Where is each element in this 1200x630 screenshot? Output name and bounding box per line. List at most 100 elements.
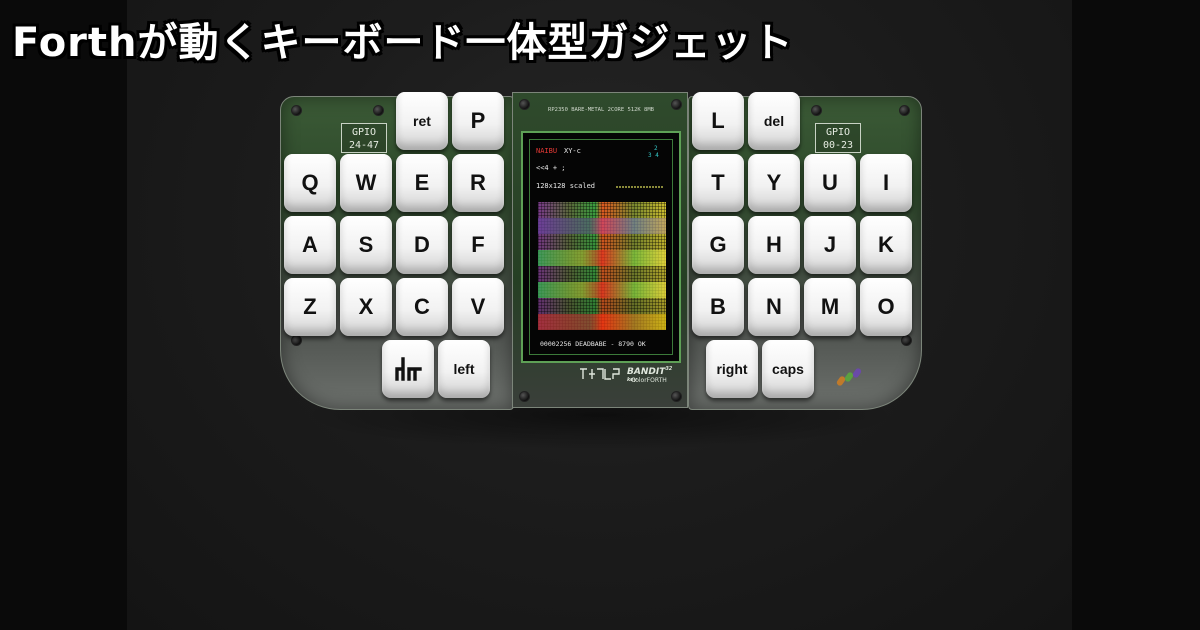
keyboard-device: GPIO 24-47 GPIO 00-23 RP2350 BARE-METAL … bbox=[280, 92, 922, 412]
led-purple-icon bbox=[851, 367, 863, 379]
screw-icon bbox=[519, 391, 530, 402]
gpio-right-title: GPIO bbox=[825, 127, 851, 138]
gpio-right-label: GPIO 00-23 bbox=[815, 123, 861, 153]
key-u[interactable]: U bbox=[804, 154, 856, 212]
forth-logo-glyph-icon bbox=[580, 368, 620, 380]
key-p[interactable]: P bbox=[452, 92, 504, 150]
logo-subtitle: ColorFORTH bbox=[631, 377, 667, 384]
screw-icon bbox=[291, 105, 302, 116]
screw-icon bbox=[899, 105, 910, 116]
screen-stack-text: <<4 + ; bbox=[536, 164, 566, 172]
key-label: H bbox=[766, 232, 782, 257]
key-j[interactable]: J bbox=[804, 216, 856, 274]
key-label: X bbox=[358, 294, 374, 319]
key-t[interactable]: T bbox=[692, 154, 744, 212]
status-leds bbox=[835, 367, 866, 388]
key-label: K bbox=[878, 232, 894, 257]
key-del[interactable]: del bbox=[748, 92, 800, 150]
key-label: del bbox=[763, 113, 785, 129]
screen-scale-text: 128x128 scaled bbox=[536, 182, 596, 190]
key-w[interactable]: W bbox=[340, 154, 392, 212]
key-g[interactable]: G bbox=[692, 216, 744, 274]
key-label: P bbox=[470, 108, 486, 133]
key-label: J bbox=[823, 232, 837, 257]
key-label: S bbox=[358, 232, 374, 257]
key-ret[interactable]: ret bbox=[396, 92, 448, 150]
key-m[interactable]: M bbox=[804, 278, 856, 336]
pattern-band bbox=[538, 282, 666, 298]
screw-icon bbox=[811, 105, 822, 116]
screen-mode-value: XY-c bbox=[564, 147, 581, 155]
screen-dotted-rule bbox=[616, 186, 664, 188]
key-label: G bbox=[709, 232, 727, 257]
logo-brand-text: BANDIT bbox=[627, 367, 666, 377]
screw-icon bbox=[671, 391, 682, 402]
key-label: N bbox=[766, 294, 782, 319]
key-label: ret bbox=[413, 113, 431, 129]
screw-icon bbox=[373, 105, 384, 116]
key-label: M bbox=[820, 294, 840, 319]
key-e[interactable]: E bbox=[396, 154, 448, 212]
key-left[interactable]: left bbox=[438, 340, 490, 398]
key-right[interactable]: right bbox=[706, 340, 758, 398]
device-logo: BANDIT32 key ColorFORTH bbox=[573, 365, 683, 389]
key-label: Y bbox=[766, 170, 782, 195]
gpio-left-range: 24-47 bbox=[348, 140, 380, 151]
key-d[interactable]: D bbox=[396, 216, 448, 274]
key-x[interactable]: X bbox=[340, 278, 392, 336]
key-label: caps bbox=[772, 361, 804, 377]
key-label: A bbox=[302, 232, 318, 257]
key-label: C bbox=[414, 294, 430, 319]
center-board: RP2350 BARE-METAL 2CORE 512K 8MB NAIBU X… bbox=[512, 92, 688, 408]
key-label: L bbox=[711, 108, 725, 133]
key-label: T bbox=[711, 170, 725, 195]
screen-digit-bottom: 3 4 bbox=[648, 152, 659, 159]
screw-icon bbox=[291, 335, 302, 346]
key-a[interactable]: A bbox=[284, 216, 336, 274]
key-b[interactable]: B bbox=[692, 278, 744, 336]
key-label: I bbox=[882, 170, 890, 195]
key-i[interactable]: I bbox=[860, 154, 912, 212]
key-label: R bbox=[470, 170, 486, 195]
key-k[interactable]: K bbox=[860, 216, 912, 274]
key-s[interactable]: S bbox=[340, 216, 392, 274]
key-r[interactable]: R bbox=[452, 154, 504, 212]
key-label: V bbox=[470, 294, 486, 319]
key-label: F bbox=[471, 232, 485, 257]
screen-mode-text: NAIBU bbox=[536, 147, 558, 155]
pattern-band bbox=[538, 218, 666, 234]
key-n[interactable]: N bbox=[748, 278, 800, 336]
key-l[interactable]: L bbox=[692, 92, 744, 150]
key-label: E bbox=[414, 170, 430, 195]
key-y[interactable]: Y bbox=[748, 154, 800, 212]
key-label: O bbox=[877, 294, 895, 319]
key-h[interactable]: H bbox=[748, 216, 800, 274]
lcd-screen: NAIBU XY-c 2 3 4 <<4 + ; 128x128 scaled … bbox=[521, 131, 681, 363]
gpio-left-title: GPIO bbox=[351, 127, 377, 138]
screen-frame: NAIBU XY-c 2 3 4 <<4 + ; 128x128 scaled … bbox=[529, 139, 673, 355]
color-test-pattern bbox=[538, 202, 666, 330]
key-caps[interactable]: caps bbox=[762, 340, 814, 398]
key-c[interactable]: C bbox=[396, 278, 448, 336]
pattern-band bbox=[538, 250, 666, 266]
key-label: right bbox=[716, 361, 748, 377]
key-z[interactable]: Z bbox=[284, 278, 336, 336]
key-label: left bbox=[453, 361, 475, 377]
key-o[interactable]: O bbox=[860, 278, 912, 336]
headline: Forthが動くキーボード一体型ガジェット bbox=[12, 20, 794, 66]
key-label: Z bbox=[303, 294, 317, 319]
pattern-band bbox=[538, 314, 666, 330]
key-forth-symbol[interactable] bbox=[382, 340, 434, 398]
key-label: B bbox=[710, 294, 726, 319]
gpio-left-label: GPIO 24-47 bbox=[341, 123, 387, 153]
key-q[interactable]: Q bbox=[284, 154, 336, 212]
screw-icon bbox=[901, 335, 912, 346]
key-label: Q bbox=[301, 170, 319, 195]
key-label: U bbox=[822, 170, 838, 195]
key-v[interactable]: V bbox=[452, 278, 504, 336]
board-spec-label: RP2350 BARE-METAL 2CORE 512K 8MB bbox=[548, 107, 654, 113]
key-f[interactable]: F bbox=[452, 216, 504, 274]
key-label: W bbox=[355, 170, 377, 195]
key-label: D bbox=[414, 232, 430, 257]
screen-status-line: 00002256 DEADBABE - 8790 OK bbox=[540, 340, 646, 348]
